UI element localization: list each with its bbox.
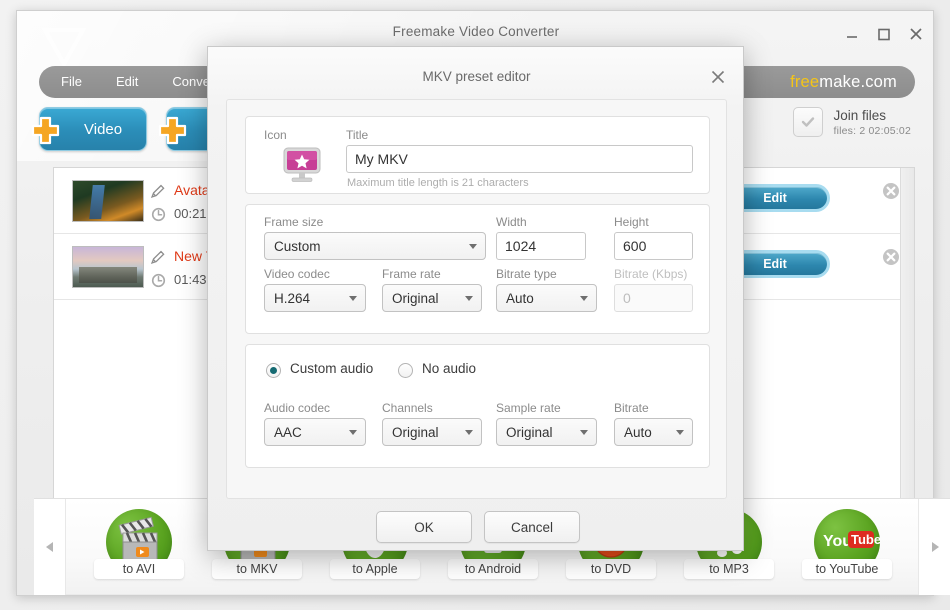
chevron-down-icon	[465, 296, 473, 301]
format-label: to YouTube	[802, 559, 892, 579]
video-codec-select[interactable]: H.264	[264, 284, 366, 312]
pencil-icon[interactable]	[150, 183, 167, 205]
dialog-title: MKV preset editor	[422, 69, 531, 84]
channels-select[interactable]: Original	[382, 418, 482, 446]
custom-audio-label[interactable]: Custom audio	[290, 361, 373, 376]
video-bitrate-label: Bitrate (Kbps)	[614, 267, 688, 281]
height-input[interactable]: 600	[614, 232, 693, 260]
mkv-preset-editor-dialog: MKV preset editor Icon Title My MKV Maxi…	[207, 46, 744, 551]
audio-bitrate-select[interactable]: Auto	[614, 418, 693, 446]
video-thumbnail	[72, 180, 144, 222]
video-codec-label: Video codec	[264, 267, 330, 281]
audio-bitrate-value: Auto	[624, 424, 652, 440]
audio-settings-panel: Custom audio No audio Audio codec AAC Ch…	[245, 344, 710, 468]
frame-size-select[interactable]: Custom	[264, 232, 486, 260]
plus-icon	[157, 115, 188, 146]
join-files-checkbox[interactable]	[793, 107, 824, 137]
audio-codec-label: Audio codec	[264, 401, 331, 415]
frame-rate-value: Original	[392, 290, 439, 306]
scroll-left-button[interactable]	[34, 499, 66, 595]
format-button-to-avi[interactable]: to AVI	[94, 509, 184, 587]
audio-codec-select[interactable]: AAC	[264, 418, 366, 446]
chevron-down-icon	[580, 430, 588, 435]
chevron-down-icon	[676, 430, 684, 435]
preset-identity-panel: Icon Title My MKV Maximum title length i…	[245, 116, 710, 194]
add-video-button[interactable]: Video	[31, 107, 148, 151]
maximize-icon[interactable]	[875, 25, 893, 43]
ok-button[interactable]: OK	[376, 511, 472, 543]
remove-file-icon[interactable]	[882, 182, 900, 200]
cancel-button[interactable]: Cancel	[484, 511, 580, 543]
menu-file[interactable]: File	[49, 66, 94, 98]
sample-rate-select[interactable]: Original	[496, 418, 597, 446]
video-thumbnail	[72, 246, 144, 288]
format-label: to AVI	[94, 559, 184, 579]
format-label: to MKV	[212, 559, 302, 579]
add-video-label: Video	[84, 121, 123, 138]
join-files-meta: files: 2 02:05:02	[833, 124, 911, 137]
chevron-down-icon	[349, 430, 357, 435]
plus-icon	[30, 115, 61, 146]
preset-title-input[interactable]: My MKV	[346, 145, 693, 173]
title-hint: Maximum title length is 21 characters	[347, 177, 529, 189]
frame-rate-select[interactable]: Original	[382, 284, 482, 312]
clock-icon	[150, 206, 167, 228]
menu-edit[interactable]: Edit	[104, 66, 150, 98]
join-files-group: Join files files: 2 02:05:02	[793, 107, 911, 137]
no-audio-radio[interactable]	[398, 363, 413, 378]
custom-audio-radio[interactable]	[266, 363, 281, 378]
sample-rate-value: Original	[506, 424, 553, 440]
chevron-down-icon	[349, 296, 357, 301]
no-audio-label[interactable]: No audio	[422, 361, 476, 376]
width-label: Width	[496, 215, 527, 229]
minimize-icon[interactable]	[843, 25, 861, 43]
app-root: Freemake Video Converter File Edit Conve…	[0, 0, 950, 610]
audio-bitrate-label: Bitrate	[614, 401, 649, 415]
sample-rate-label: Sample rate	[496, 401, 561, 415]
scroll-right-button[interactable]	[918, 499, 950, 595]
chevron-down-icon	[465, 430, 473, 435]
remove-file-icon[interactable]	[882, 248, 900, 266]
freemake-site-label[interactable]: freemake.com	[790, 66, 897, 98]
format-button-to-youtube[interactable]: You Tube to YouTube	[802, 509, 892, 587]
channels-label: Channels	[382, 401, 433, 415]
svg-text:Tube: Tube	[851, 532, 880, 547]
svg-text:You: You	[823, 533, 852, 550]
chevron-down-icon	[469, 244, 477, 249]
join-files-title: Join files	[833, 107, 886, 123]
width-input[interactable]: 1024	[496, 232, 586, 260]
brand-prefix: free	[790, 73, 820, 91]
height-label: Height	[614, 215, 649, 229]
frame-size-value: Custom	[274, 238, 321, 254]
format-label: to Android	[448, 559, 538, 579]
format-label: to MP3	[684, 559, 774, 579]
brand-suffix: make.com	[819, 73, 897, 91]
dialog-close-icon[interactable]	[709, 68, 727, 86]
dialog-body: Icon Title My MKV Maximum title length i…	[226, 99, 727, 499]
bitrate-type-select[interactable]: Auto	[496, 284, 597, 312]
channels-value: Original	[392, 424, 439, 440]
bitrate-type-label: Bitrate type	[496, 267, 557, 281]
icon-label: Icon	[264, 128, 287, 142]
file-list-scrollbar[interactable]	[900, 168, 914, 504]
video-settings-panel: Frame size Custom Width 1024 Height 600 …	[245, 204, 710, 334]
audio-codec-value: AAC	[274, 424, 302, 440]
format-label: to DVD	[566, 559, 656, 579]
window-title: Freemake Video Converter	[392, 24, 560, 39]
frame-size-label: Frame size	[264, 215, 324, 229]
clock-icon	[150, 272, 167, 294]
pencil-icon[interactable]	[150, 249, 167, 271]
frame-rate-label: Frame rate	[382, 267, 441, 281]
title-label: Title	[346, 128, 369, 142]
window-controls	[843, 25, 925, 43]
video-bitrate-input: 0	[614, 284, 693, 312]
chevron-down-icon	[580, 296, 588, 301]
close-icon[interactable]	[907, 25, 925, 43]
format-label: to Apple	[330, 559, 420, 579]
preset-monitor-icon[interactable]	[282, 147, 322, 183]
bitrate-type-value: Auto	[506, 290, 534, 306]
video-codec-value: H.264	[274, 290, 311, 306]
